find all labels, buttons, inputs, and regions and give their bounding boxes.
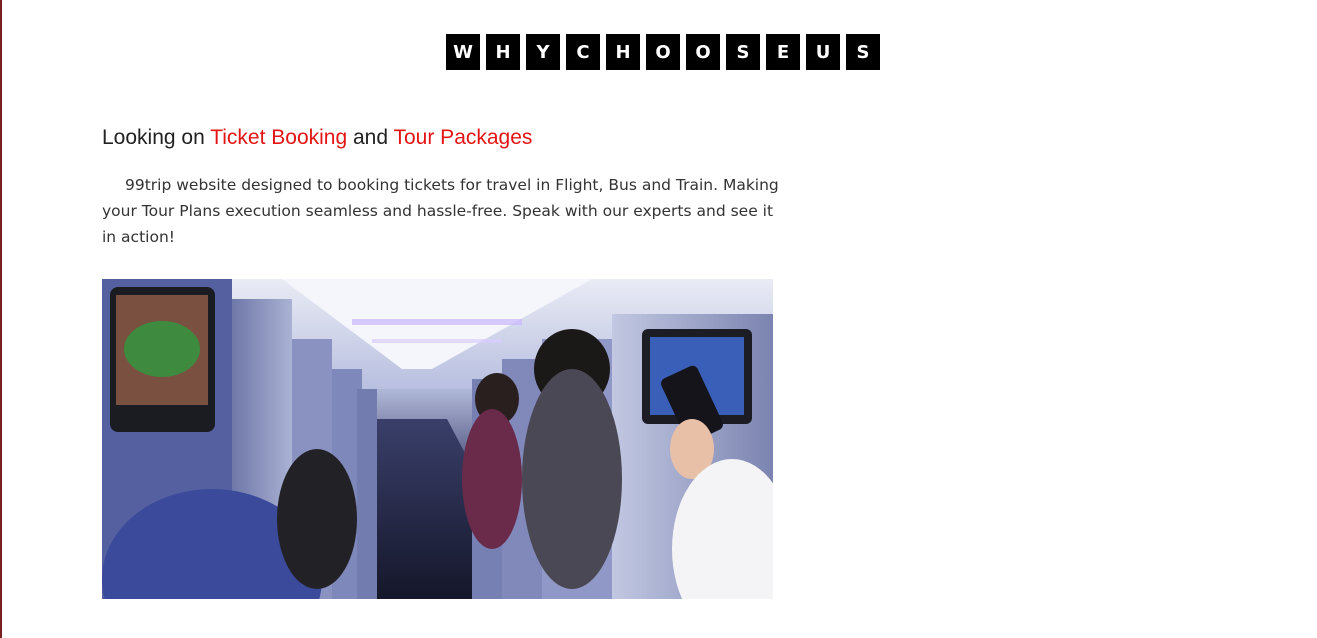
heading-letter: H — [606, 34, 640, 70]
heading-letter: Y — [526, 34, 560, 70]
heading-letter: O — [646, 34, 680, 70]
tour-packages-highlight: Tour Packages — [393, 126, 533, 149]
page: W H Y C H O O S E U S Looking on Ticket … — [0, 0, 1317, 638]
heading-letter: S — [726, 34, 760, 70]
heading-letter: U — [806, 34, 840, 70]
intro-prefix: Looking on — [102, 126, 211, 149]
heading-letter: W — [446, 34, 480, 70]
heading-letter: S — [846, 34, 880, 70]
heading-letter: H — [486, 34, 520, 70]
intro-subtitle: Looking on Ticket Booking and Tour Packa… — [102, 126, 532, 150]
cabin-illustration — [102, 279, 773, 599]
ticket-booking-highlight: Ticket Booking — [210, 126, 348, 149]
intro-middle: and — [347, 126, 394, 149]
heading-letter: E — [766, 34, 800, 70]
intro-description: 99trip website designed to booking ticke… — [102, 176, 779, 246]
heading-letter: O — [686, 34, 720, 70]
heading-letter: C — [566, 34, 600, 70]
airplane-cabin-photo — [102, 279, 773, 599]
why-choose-us-heading: W H Y C H O O S E U S — [446, 34, 880, 70]
